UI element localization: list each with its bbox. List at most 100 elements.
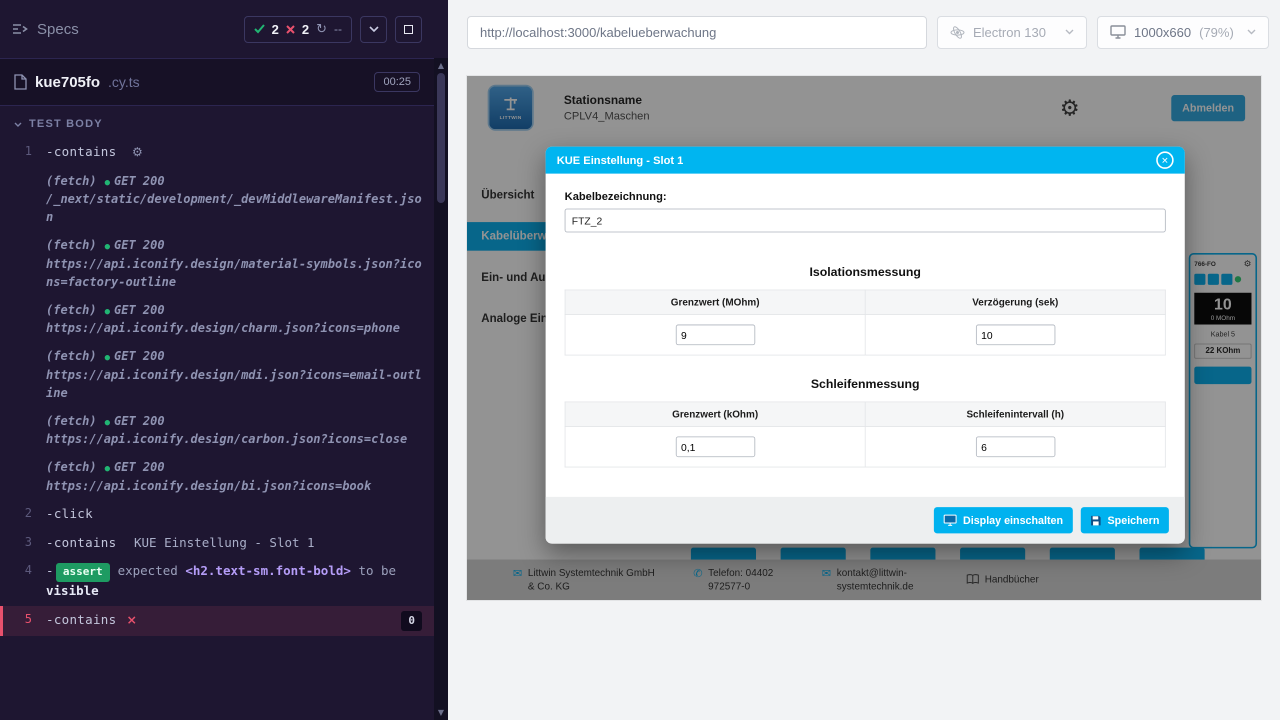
fail-x-icon: ×: [126, 611, 136, 630]
collapse-button[interactable]: [360, 16, 387, 43]
reporter-header: Specs 2 2 ↻ --: [0, 0, 434, 58]
refresh-icon: ↻: [316, 22, 327, 37]
gear-icon: ⚙: [132, 145, 143, 159]
loop-table: Grenzwert (kOhm) Schleifenintervall (h): [565, 402, 1166, 468]
aut-frame: LITTWIN Stationsname CPLV4_Maschen ⚙ Abm…: [467, 76, 1261, 600]
specs-icon[interactable]: [12, 22, 29, 36]
spec-ext: .cy.ts: [108, 74, 140, 90]
fetch-url: https://api.iconify.design/carbon.json?i…: [46, 430, 426, 448]
specs-label[interactable]: Specs: [37, 21, 79, 38]
modal-footer: Display einschalten Speichern: [546, 497, 1185, 544]
isolation-heading: Isolationsmessung: [565, 266, 1166, 280]
fetch-log-row[interactable]: (fetch)●GET 200 https://api.iconify.desi…: [0, 342, 434, 407]
cable-name-input[interactable]: [565, 209, 1166, 233]
assert-row[interactable]: 4 -assertexpected <h2.text-sm.font-bold>…: [0, 557, 434, 605]
fetch-url: https://api.iconify.design/charm.json?ic…: [46, 319, 426, 337]
chevron-down-icon: [369, 26, 379, 32]
column-header: Schleifenintervall (h): [865, 402, 1165, 427]
sidebar-scrollbar[interactable]: ▲ ▼: [434, 58, 448, 720]
chevron-down-icon: [14, 122, 22, 127]
fetch-url: https://api.iconify.design/mdi.json?icon…: [46, 366, 426, 402]
fetch-log-row[interactable]: (fetch)●GET 200 https://api.iconify.desi…: [0, 231, 434, 296]
loop-interval-input[interactable]: [976, 436, 1055, 457]
command-argument: KUE Einstellung - Slot 1: [134, 535, 315, 550]
display-on-button[interactable]: Display einschalten: [934, 507, 1073, 533]
stop-icon: [404, 25, 413, 34]
status-dot: ●: [105, 418, 110, 428]
command-name: -contains: [46, 535, 116, 550]
status-dot: ●: [105, 178, 110, 188]
retry-count-badge: 0: [401, 611, 422, 632]
column-header: Grenzwert (MOhm): [565, 290, 865, 315]
cypress-reporter: Specs 2 2 ↻ -- kue705fo .cy.ts 00:25: [0, 0, 448, 720]
spec-name: kue705fo: [35, 74, 100, 91]
spec-file-row[interactable]: kue705fo .cy.ts 00:25: [0, 58, 434, 106]
command-name: -contains: [46, 611, 116, 630]
status-dot: ●: [105, 242, 110, 252]
close-icon[interactable]: ✕: [1156, 151, 1173, 168]
command-row[interactable]: 1 -contains ⚙: [0, 138, 434, 167]
command-row[interactable]: 3 -contains KUE Einstellung - Slot 1: [0, 529, 434, 558]
spec-file-icon: [14, 74, 27, 90]
assert-badge: assert: [56, 563, 110, 582]
stop-button[interactable]: [395, 16, 422, 43]
scrollbar-thumb[interactable]: [437, 73, 445, 203]
command-number: 2: [0, 505, 32, 520]
isolation-table: Grenzwert (MOhm) Verzögerung (sek): [565, 290, 1166, 356]
assert-element: <h2.text-sm.font-bold>: [185, 563, 351, 578]
fetch-log-row[interactable]: (fetch)●GET 200 https://api.iconify.desi…: [0, 296, 434, 343]
status-dot: ●: [105, 307, 110, 317]
scroll-down-icon[interactable]: ▼: [438, 705, 444, 720]
command-number: 4: [0, 562, 32, 577]
viewport-size: 1000x660: [1134, 25, 1191, 40]
modal-title: KUE Einstellung - Slot 1: [557, 154, 684, 167]
failed-command-row[interactable]: 5 -contains × 0: [0, 606, 434, 637]
fetch-url: /_next/static/development/_devMiddleware…: [46, 190, 426, 226]
command-name: -click: [46, 506, 93, 521]
passed-count: 2: [272, 22, 279, 37]
command-row[interactable]: 2 -click: [0, 500, 434, 529]
failed-icon: [286, 25, 295, 34]
spec-duration: 00:25: [374, 72, 420, 92]
chevron-down-icon: [1247, 29, 1256, 35]
browser-name: Electron 130: [973, 25, 1046, 40]
fetch-log-row[interactable]: (fetch) ● GET 200 /_next/static/developmen…: [0, 167, 434, 232]
test-body-label: TEST BODY: [29, 118, 103, 130]
command-number: 1: [0, 143, 32, 158]
chevron-down-icon: [1065, 29, 1074, 35]
passed-icon: [254, 24, 265, 34]
electron-icon: [950, 25, 965, 40]
status-dot: ●: [105, 464, 110, 474]
test-body-toggle[interactable]: TEST BODY: [0, 106, 434, 138]
iso-limit-input[interactable]: [675, 325, 754, 346]
url-input[interactable]: [467, 16, 927, 49]
status-dot: ●: [105, 353, 110, 363]
viewport-select[interactable]: 1000x660 (79%): [1097, 16, 1269, 49]
display-icon: [943, 514, 956, 526]
browser-select[interactable]: Electron 130: [937, 16, 1087, 49]
failed-count: 2: [302, 22, 309, 37]
fetch-url: https://api.iconify.design/material-symb…: [46, 255, 426, 291]
command-log: 1 -contains ⚙ (fetch) ● GET 200 /_next/sta…: [0, 138, 434, 636]
app-under-test: LITTWIN Stationsname CPLV4_Maschen ⚙ Abm…: [467, 76, 1261, 600]
command-name: -contains: [46, 144, 116, 159]
save-button[interactable]: Speichern: [1081, 507, 1169, 533]
aut-topbar: Electron 130 1000x660 (79%): [448, 0, 1280, 64]
monitor-icon: [1110, 25, 1126, 39]
test-stats: 2 2 ↻ --: [244, 16, 352, 43]
kue-settings-modal: KUE Einstellung - Slot 1 ✕ Kabelbezeichn…: [546, 147, 1185, 544]
fetch-label: (fetch): [46, 174, 97, 188]
loop-limit-input[interactable]: [675, 436, 754, 457]
iso-delay-input[interactable]: [976, 325, 1055, 346]
modal-title-bar: KUE Einstellung - Slot 1 ✕: [546, 147, 1185, 174]
fetch-log-row[interactable]: (fetch)●GET 200 https://api.iconify.desi…: [0, 453, 434, 500]
viewport-zoom: (79%): [1199, 25, 1234, 40]
fetch-url: https://api.iconify.design/bi.json?icons…: [46, 477, 426, 495]
fetch-status: GET 200: [114, 174, 165, 188]
command-number: 5: [3, 611, 32, 626]
column-header: Grenzwert (kOhm): [565, 402, 865, 427]
aut-pane: Electron 130 1000x660 (79%) LITTWIN Stat…: [448, 0, 1280, 720]
column-header: Verzögerung (sek): [865, 290, 1165, 315]
fetch-log-row[interactable]: (fetch)●GET 200 https://api.iconify.desi…: [0, 407, 434, 454]
scroll-up-icon[interactable]: ▲: [438, 58, 444, 73]
